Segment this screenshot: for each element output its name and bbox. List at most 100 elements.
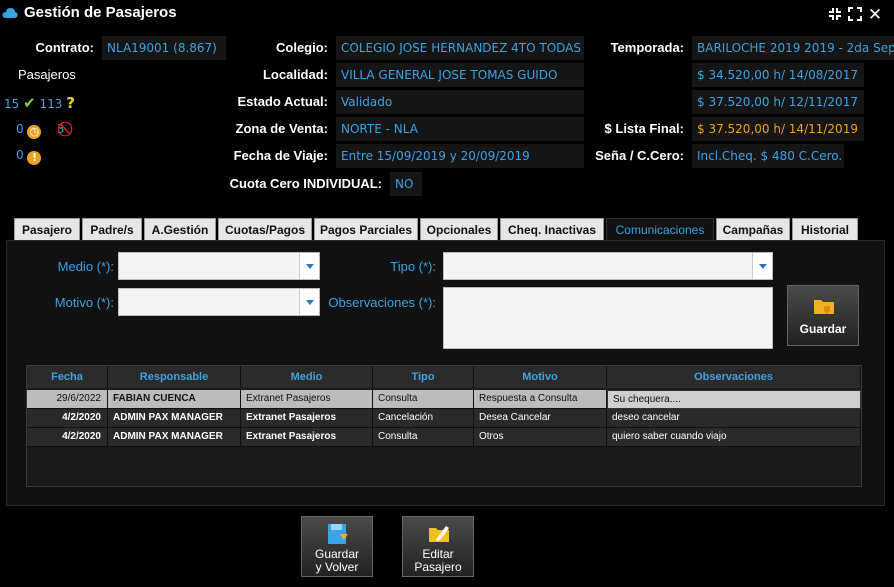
alert-icon: ! bbox=[27, 151, 42, 165]
colegio-value: COLEGIO JOSE HERNANDEZ 4TO TODAS bbox=[336, 36, 584, 60]
col-responsable[interactable]: Responsable bbox=[108, 366, 241, 388]
guardar-y-volver-button[interactable]: Guardar y Volver bbox=[301, 516, 373, 577]
sena-value: Incl.Cheq. $ 480 C.Cero. bbox=[692, 144, 844, 168]
pasajeros-stats-row-3: 0 ! bbox=[16, 148, 42, 165]
table-row[interactable]: 29/6/2022 FABIAN CUENCA Extranet Pasajer… bbox=[27, 390, 861, 409]
tab-pagos-parciales[interactable]: Pagos Parciales bbox=[314, 218, 418, 241]
fecha-viaje-label: Fecha de Viaje: bbox=[233, 148, 328, 163]
medio-select[interactable] bbox=[118, 252, 320, 280]
cell-responsable: ADMIN PAX MANAGER bbox=[108, 409, 241, 428]
chevron-down-icon bbox=[299, 253, 319, 279]
save-return-icon bbox=[328, 524, 348, 544]
table-header: Fecha Responsable Medio Tipo Motivo Obse… bbox=[27, 366, 861, 388]
question-icon: ? bbox=[66, 94, 75, 112]
motivo-select[interactable] bbox=[118, 288, 320, 316]
colegio-label: Colegio: bbox=[276, 40, 328, 55]
col-fecha[interactable]: Fecha bbox=[27, 366, 108, 388]
cell-tipo: Consulta bbox=[373, 428, 474, 447]
tipo-select[interactable] bbox=[443, 252, 773, 280]
save-folder-icon bbox=[814, 300, 834, 314]
count-total: 15 bbox=[4, 97, 20, 111]
guardar-label: Guardar bbox=[799, 322, 847, 336]
col-tipo[interactable]: Tipo bbox=[373, 366, 474, 388]
cuota-cero-value: NO bbox=[390, 172, 422, 196]
tab-comunicaciones[interactable]: Comunicaciones bbox=[606, 218, 714, 241]
motivo-label: Motivo (*): bbox=[54, 295, 114, 310]
lista-final-label: $ Lista Final: bbox=[604, 121, 684, 136]
tab-padres[interactable]: Padre/s bbox=[82, 218, 142, 241]
pasajeros-stats-row-1: 15 ✔ 113 ? bbox=[4, 94, 75, 112]
precio-2: $ 37.520,00 h/ 12/11/2017 bbox=[692, 90, 864, 114]
pasajeros-label: Pasajeros bbox=[18, 67, 76, 82]
comunicaciones-table: Fecha Responsable Medio Tipo Motivo Obse… bbox=[26, 365, 862, 487]
title-bar: Gestión de Pasajeros ✕ bbox=[0, 0, 894, 30]
tab-pasajero[interactable]: Pasajero bbox=[14, 218, 80, 241]
pasajeros-stats-row-2: 0 ◷ 3 ⃠ bbox=[16, 121, 68, 139]
observaciones-textarea[interactable] bbox=[443, 287, 773, 349]
count-cancelled: 3 bbox=[56, 122, 65, 136]
cell-motivo: Desea Cancelar bbox=[474, 409, 607, 428]
cloud-icon bbox=[2, 8, 18, 18]
editar-pasajero-label-2: Pasajero bbox=[414, 560, 462, 574]
observaciones-label: Observaciones (*): bbox=[328, 295, 436, 310]
col-motivo[interactable]: Motivo bbox=[474, 366, 607, 388]
clock-icon: ◷ bbox=[27, 125, 42, 139]
cuota-cero-label: Cuota Cero INDIVIDUAL: bbox=[229, 176, 382, 191]
cell-observaciones: Su chequera.... bbox=[607, 390, 861, 409]
close-icon[interactable]: ✕ bbox=[866, 6, 884, 24]
tab-cuotas-pagos[interactable]: Cuotas/Pagos bbox=[218, 218, 312, 241]
tipo-label: Tipo (*): bbox=[390, 259, 436, 274]
tab-a-gestion[interactable]: A.Gestión bbox=[144, 218, 216, 241]
count-pending: 0 bbox=[16, 122, 24, 136]
tab-opcionales[interactable]: Opcionales bbox=[420, 218, 498, 241]
contrato-label: Contrato: bbox=[35, 40, 95, 55]
cell-tipo: Cancelación bbox=[373, 409, 474, 428]
contrato-value: NLA19001 (8.867) bbox=[102, 36, 226, 60]
table-row[interactable]: 4/2/2020 ADMIN PAX MANAGER Extranet Pasa… bbox=[27, 409, 861, 428]
fecha-viaje-value: Entre 15/09/2019 y 20/09/2019 bbox=[336, 144, 584, 168]
localidad-label: Localidad: bbox=[262, 67, 328, 82]
tab-campanas[interactable]: Campañas bbox=[716, 218, 790, 241]
cell-fecha: 29/6/2022 bbox=[27, 390, 108, 409]
collapse-icon[interactable] bbox=[826, 6, 844, 24]
expand-icon[interactable] bbox=[846, 6, 864, 24]
window-title: Gestión de Pasajeros bbox=[24, 4, 177, 21]
sena-label: Seña / C.Cero: bbox=[595, 148, 684, 163]
guardar-y-volver-label-2: y Volver bbox=[315, 560, 359, 574]
count-validated: 113 bbox=[39, 97, 63, 111]
cell-observaciones: deseo cancelar bbox=[607, 409, 861, 428]
cell-fecha: 4/2/2020 bbox=[27, 409, 108, 428]
tab-cheq-inactivas[interactable]: Cheq. Inactivas bbox=[500, 218, 604, 241]
check-icon: ✔ bbox=[23, 94, 36, 112]
estado-label: Estado Actual: bbox=[237, 94, 328, 109]
col-observaciones[interactable]: Observaciones bbox=[607, 366, 861, 388]
cell-medio: Extranet Pasajeros bbox=[241, 409, 373, 428]
editar-pasajero-button[interactable]: Editar Pasajero bbox=[402, 516, 474, 577]
localidad-value: VILLA GENERAL JOSE TOMAS GUIDO bbox=[336, 63, 584, 87]
lista-final-value: $ 37.520,00 h/ 14/11/2019 bbox=[692, 117, 864, 141]
temporada-value: BARILOCHE 2019 2019 - 2da Sep bbox=[692, 36, 894, 60]
chevron-down-icon bbox=[299, 289, 319, 315]
temporada-label: Temporada: bbox=[610, 40, 684, 55]
col-medio[interactable]: Medio bbox=[241, 366, 373, 388]
cell-medio: Extranet Pasajeros bbox=[241, 428, 373, 447]
cell-motivo: Respuesta a Consulta bbox=[474, 390, 607, 409]
zona-label: Zona de Venta: bbox=[235, 121, 328, 136]
tab-historial[interactable]: Historial bbox=[792, 218, 858, 241]
cell-medio: Extranet Pasajeros bbox=[241, 390, 373, 409]
cell-responsable: FABIAN CUENCA bbox=[108, 390, 241, 409]
cell-responsable: ADMIN PAX MANAGER bbox=[108, 428, 241, 447]
cell-tipo: Consulta bbox=[373, 390, 474, 409]
cell-motivo: Otros bbox=[474, 428, 607, 447]
chevron-down-icon bbox=[752, 253, 772, 279]
medio-label: Medio (*): bbox=[57, 259, 114, 274]
estado-value: Validado bbox=[336, 90, 584, 114]
zona-value: NORTE - NLA bbox=[336, 117, 584, 141]
edit-folder-icon bbox=[429, 526, 449, 542]
cell-observaciones: quiero saber cuando viajo bbox=[607, 428, 861, 447]
table-row[interactable]: 4/2/2020 ADMIN PAX MANAGER Extranet Pasa… bbox=[27, 428, 861, 447]
cell-fecha: 4/2/2020 bbox=[27, 428, 108, 447]
count-alert: 0 bbox=[16, 148, 24, 162]
guardar-button[interactable]: Guardar bbox=[787, 285, 859, 346]
precio-1: $ 34.520,00 h/ 14/08/2017 bbox=[692, 63, 864, 87]
